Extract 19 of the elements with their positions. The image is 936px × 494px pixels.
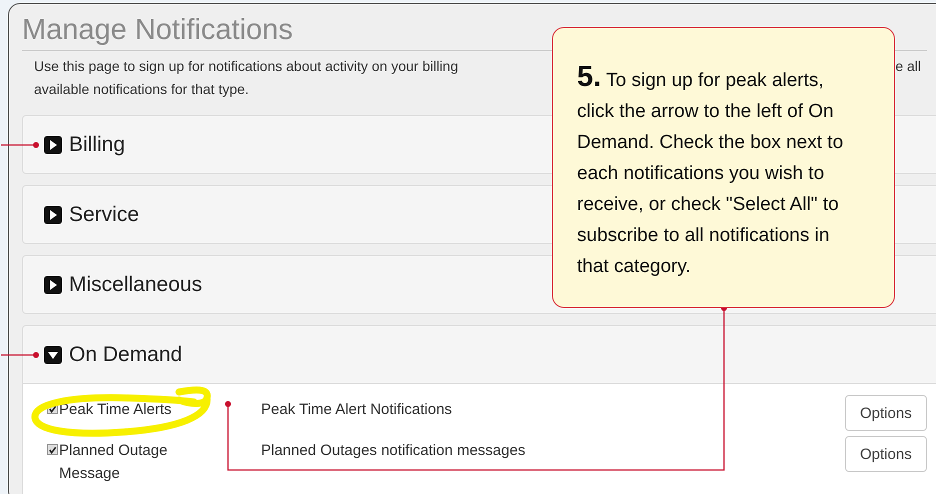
callout-text: 5. To sign up for peak alerts, click the arrow to the left of On Demand. Check the box next to each notifications you wish to receive, or check "Select All" to subscribe to all notifications in that category. (577, 62, 844, 279)
section-title[interactable]: Miscellaneous (69, 272, 202, 296)
options-button[interactable]: Options (845, 436, 927, 472)
notification-name: Peak Time Alerts (59, 400, 173, 420)
notification-description: Peak Time Alert Notifications (261, 400, 453, 420)
options-button[interactable]: Options (845, 395, 927, 431)
expand-icon[interactable] (43, 134, 63, 154)
expand-icon[interactable] (43, 274, 63, 294)
description-text: available notifications for that type. (34, 80, 249, 99)
section-title[interactable]: Service (69, 202, 140, 226)
checkbox[interactable] (47, 444, 58, 455)
description-text: Use this page to sign up for notifications about activity on your billing (34, 57, 458, 76)
section-title[interactable]: Billing (69, 132, 126, 156)
section-title[interactable]: On Demand (69, 342, 182, 366)
collapse-icon[interactable] (43, 344, 63, 364)
description-text: e all (895, 57, 921, 76)
notification-name: Planned Outage Message (59, 441, 168, 484)
expand-icon[interactable] (43, 204, 63, 224)
notification-description: Planned Outages notification messages (261, 441, 526, 461)
